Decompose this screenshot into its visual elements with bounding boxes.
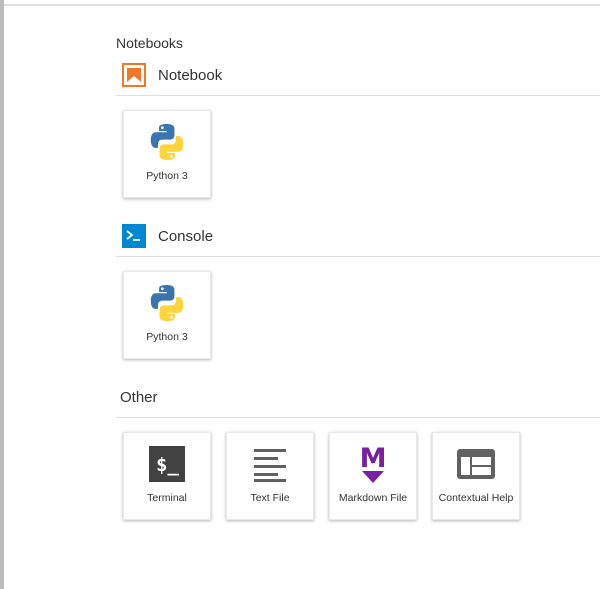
card-label: Python 3 xyxy=(146,170,188,182)
tab-bar-border xyxy=(4,4,600,6)
launcher-body: Notebooks Notebook Python 3 Console Pyth… xyxy=(116,33,600,546)
console-cards: Python 3 xyxy=(116,271,600,359)
terminal-icon: $_ xyxy=(124,443,210,485)
notebook-bookmark-icon xyxy=(122,63,146,87)
markdown-icon: M xyxy=(330,443,416,485)
python-logo-icon xyxy=(124,282,210,324)
launcher-page: Notebooks Notebook Python 3 Console Pyth… xyxy=(0,0,600,589)
other-cards: $_ Terminal Text File M Markdown File Co… xyxy=(116,432,600,520)
section-header-other: Other xyxy=(116,385,600,418)
section-title-console: Console xyxy=(158,227,214,245)
card-label: Text File xyxy=(250,492,290,504)
left-sidebar-edge xyxy=(0,0,4,589)
launcher-card-terminal[interactable]: $_ Terminal xyxy=(123,432,211,520)
launcher-card-contextual-help[interactable]: Contextual Help xyxy=(432,432,520,520)
launcher-title: Notebooks xyxy=(116,35,183,51)
launcher-card-console-python3[interactable]: Python 3 xyxy=(123,271,211,359)
console-prompt-icon xyxy=(122,224,146,248)
launcher-card-markdown-file[interactable]: M Markdown File xyxy=(329,432,417,520)
python-logo-icon xyxy=(124,121,210,163)
contextual-help-icon xyxy=(433,443,519,485)
section-header-notebook: Notebook xyxy=(116,63,600,96)
section-header-console: Console xyxy=(116,224,600,257)
launcher-card-text-file[interactable]: Text File xyxy=(226,432,314,520)
launcher-card-notebook-python3[interactable]: Python 3 xyxy=(123,110,211,198)
text-file-icon xyxy=(227,443,313,485)
svg-text:$_: $_ xyxy=(156,454,179,476)
section-title-other: Other xyxy=(120,388,158,406)
card-label: Terminal xyxy=(147,492,187,504)
card-label: Python 3 xyxy=(146,331,188,343)
notebook-cards: Python 3 xyxy=(116,110,600,198)
card-label: Markdown File xyxy=(338,492,408,504)
svg-text:M: M xyxy=(360,443,387,474)
card-label: Contextual Help xyxy=(438,492,514,504)
section-title-notebook: Notebook xyxy=(158,66,223,84)
